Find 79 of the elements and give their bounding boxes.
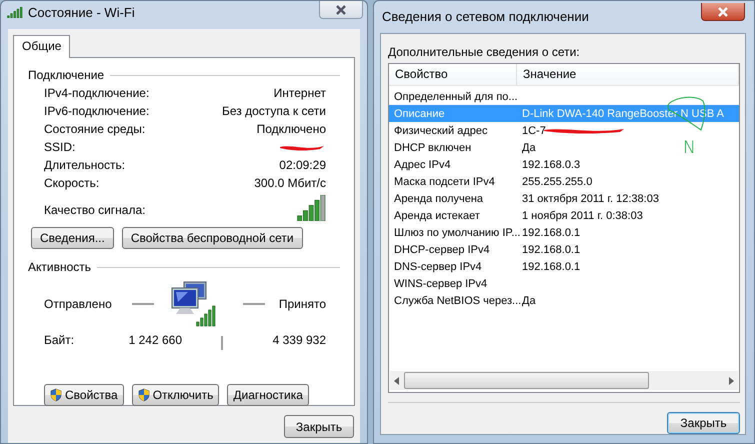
property-name: Описание — [393, 108, 446, 120]
list-caption: Дополнительные сведения о сети: — [388, 45, 581, 59]
received-label: Принято — [278, 297, 326, 311]
field-value: Подключено — [256, 122, 326, 137]
left-arrow-icon[interactable] — [394, 376, 400, 384]
close-icon — [335, 4, 347, 14]
right-arrow-icon[interactable] — [728, 376, 734, 384]
shield-icon — [50, 388, 62, 402]
list-row[interactable]: Аренда истекает 1 ноября 2011 г. 0:38:03 — [389, 207, 643, 224]
list-row[interactable]: Определенный для по... — [389, 88, 517, 105]
field-label: Длительность: — [44, 158, 126, 173]
sent-bytes: 1 242 660 — [128, 333, 182, 347]
tab[interactable]: Общие — [13, 35, 70, 58]
property-name: Адрес IPv4 — [393, 158, 452, 170]
sent-label: Отправлено — [44, 297, 112, 311]
property-name: Маска подсети IPv4 — [393, 176, 496, 188]
redaction-mark — [278, 143, 326, 152]
property-name: DHCP включен — [393, 142, 472, 154]
property-value: 1C-7 — [521, 124, 546, 136]
list-row[interactable]: DHCP включен Да — [389, 139, 536, 156]
field-value: Интернет — [274, 86, 326, 101]
property-name: Аренда истекает — [393, 210, 481, 222]
dialog-button[interactable]: Диагностика — [227, 384, 309, 406]
close-button[interactable] — [701, 3, 745, 21]
list-row[interactable]: Служба NetBIOS через...Да — [389, 292, 536, 309]
property-name: DHCP-сервер IPv4 — [393, 244, 491, 256]
close-button[interactable] — [319, 1, 363, 19]
dialog-button[interactable]: Свойства беспроводной сети — [122, 227, 303, 249]
received-bytes: 4 339 932 — [272, 333, 326, 347]
dialog-button[interactable]: Свойства — [44, 384, 124, 406]
signal-strength-icon — [297, 195, 326, 221]
list-row[interactable]: Маска подсети IPv4 255.255.255.0 — [389, 173, 592, 190]
list-row[interactable]: Шлюз по умолчанию IP...192.168.0.1 — [389, 224, 580, 241]
shield-icon — [138, 388, 150, 402]
signal-icon — [7, 6, 23, 18]
annotation-note: N — [683, 140, 696, 157]
property-name: Определенный для по... — [393, 90, 517, 102]
property-value: Да — [521, 142, 536, 154]
field-value: Без доступа к сети — [222, 104, 326, 119]
group-heading: Подключение — [28, 68, 104, 82]
field-label: IPv4-подключение: — [44, 86, 150, 101]
list-row[interactable]: DHCP-сервер IPv4 192.168.0.1 — [389, 241, 580, 258]
list-row[interactable]: Адрес IPv4 192.168.0.3 — [389, 156, 580, 173]
column-header[interactable]: Свойство — [389, 64, 517, 85]
property-name: DNS-сервер IPv4 — [393, 260, 483, 272]
dialog-button[interactable]: Сведения... — [31, 227, 114, 249]
column-header[interactable]: Значение — [517, 64, 739, 85]
field-label: Байт: — [44, 333, 76, 347]
computers-drawing — [172, 282, 216, 326]
close-icon — [717, 6, 729, 16]
dialog-button[interactable]: Отключить — [132, 384, 220, 406]
property-value: 1 ноября 2011 г. 0:38:03 — [521, 210, 643, 222]
list-row[interactable]: Аренда получена 31 октября 2011 г. 12:38:03 — [389, 190, 659, 207]
property-name: Аренда получена — [393, 192, 484, 204]
field-label: SSID: — [44, 140, 76, 155]
property-value: 255.255.255.0 — [521, 176, 592, 188]
window-title: Состояние - Wi-Fi — [28, 4, 135, 20]
close-dialog-button[interactable]: Закрыть — [667, 412, 740, 434]
property-value: 31 октября 2011 г. 12:38:03 — [521, 192, 659, 204]
field-label: Состояние среды: — [44, 122, 146, 137]
list-row[interactable]: DNS-сервер IPv4 192.168.0.1 — [389, 258, 580, 275]
property-name: Шлюз по умолчанию IP... — [393, 226, 517, 238]
list-row[interactable]: Физический адрес 1C-7 — [389, 122, 626, 139]
field-value: 300.0 Мбит/с — [254, 176, 326, 191]
close-dialog-button[interactable]: Закрыть — [284, 415, 354, 438]
horizontal-scrollbar[interactable] — [390, 371, 738, 390]
field-label: Качество сигнала: — [44, 203, 146, 219]
scrollbar-thumb[interactable] — [404, 372, 649, 389]
property-value: 192.168.0.1 — [521, 244, 580, 256]
list-row[interactable]: WINS-сервер IPv4 — [389, 275, 517, 292]
field-label: IPv6-подключение: — [44, 104, 150, 119]
property-value: 192.168.0.1 — [521, 260, 580, 272]
window-title: Сведения о сетевом подключении — [382, 8, 589, 24]
field-label: Скорость: — [44, 176, 100, 191]
group-heading: Активность — [28, 260, 92, 274]
property-name: WINS-сервер IPv4 — [393, 278, 488, 290]
field-value: 02:09:29 — [279, 158, 326, 173]
property-value: 192.168.0.3 — [521, 158, 580, 170]
property-name: Физический адрес — [393, 124, 488, 136]
